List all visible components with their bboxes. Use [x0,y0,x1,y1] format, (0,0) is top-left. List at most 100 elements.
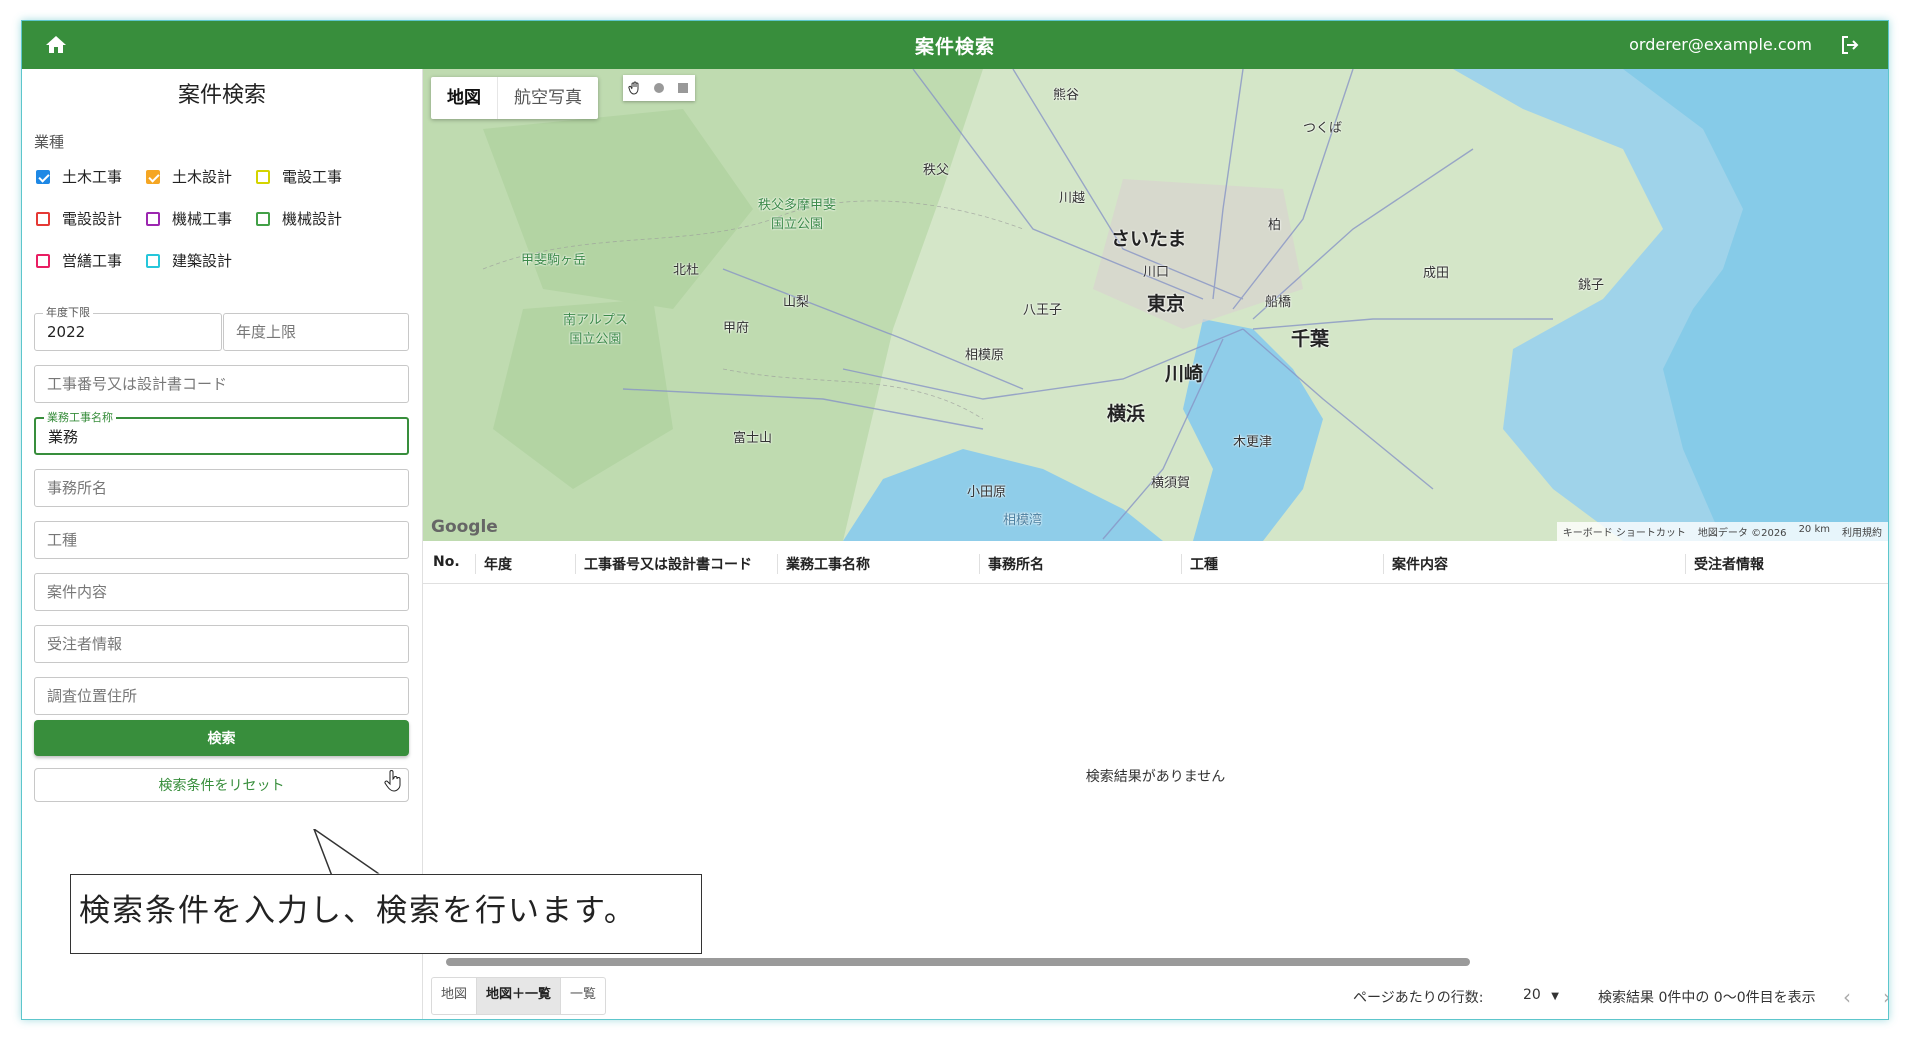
office-field[interactable] [34,469,409,507]
hand-icon[interactable] [623,75,647,101]
satellite-tab[interactable]: 航空写真 [497,77,598,119]
map-label: 北杜 [673,263,700,278]
view-mode-toggle: 地図 地図＋一覧 一覧 [431,977,607,1015]
map-view[interactable]: 地図 航空写真 東京 さいたま 千葉 川崎 横浜 八王子 相模原 川口 船橋 横… [423,69,1888,541]
content-input[interactable] [35,574,408,610]
category-checkbox[interactable]: 電設設計 [36,208,122,229]
column-header[interactable]: 年度 [475,554,512,574]
year-max-input[interactable] [224,314,408,350]
category-checkbox[interactable]: 土木設計 [146,166,232,187]
app-bar: 案件検索 orderer@example.com [22,21,1888,69]
category-checkbox[interactable]: 機械設計 [256,208,342,229]
map-label: 小田原 [967,485,1007,500]
map-label: 秩父多摩甲斐 国立公園 [758,198,837,232]
map-tab[interactable]: 地図 [431,77,497,119]
user-email: orderer@example.com [1629,35,1812,54]
category-checkbox[interactable]: 営繕工事 [36,250,122,271]
column-header[interactable]: 案件内容 [1383,554,1448,574]
map-label: 甲府 [723,321,750,336]
work-type-input[interactable] [35,522,408,558]
search-button[interactable]: 検索 [34,720,409,756]
map-label: 横須賀 [1151,476,1191,491]
code-input[interactable] [35,366,408,402]
category-label: 業種 [34,133,65,151]
column-header[interactable]: 受注者情報 [1685,554,1764,574]
office-input[interactable] [35,470,408,506]
panel-title: 案件検索 [177,83,266,108]
checkbox-icon [146,169,160,184]
category-checkbox[interactable]: 土木工事 [36,166,122,187]
map-label: 川口 [1143,265,1170,280]
checkbox-icon [36,169,50,184]
chevron-down-icon: ▼ [1551,991,1559,1002]
map-type-toggle: 地図 航空写真 [431,77,598,119]
checkbox-icon [36,211,50,226]
reset-button[interactable]: 検索条件をリセット [34,768,409,802]
page-title: 案件検索 [914,35,995,58]
year-min-field[interactable]: 年度下限 [34,306,222,351]
prev-page-icon[interactable]: ‹ [1843,985,1851,1009]
logout-icon[interactable] [1838,33,1862,57]
map-label: 東京 [1147,293,1186,315]
column-header[interactable]: 工種 [1181,554,1218,574]
callout-pointer [313,829,385,877]
google-logo: Google [431,517,498,537]
map-label: 成田 [1423,266,1450,281]
map-data-text: 地図データ ©2026 [1697,528,1787,539]
name-field[interactable]: 業務工事名称 [34,411,409,455]
work-type-field[interactable] [34,521,409,559]
hand-pointer-icon [384,770,401,792]
map-label: 甲斐駒ヶ岳 [521,253,587,268]
map-label: 銚子 [1578,278,1605,293]
rows-per-page-select[interactable]: 20 ▼ [1523,987,1559,1003]
column-header[interactable]: 事務所名 [979,554,1044,574]
map-label: つくば [1303,121,1343,136]
category-checkbox[interactable]: 電設工事 [256,166,342,187]
checkbox-icon [256,211,270,226]
code-field[interactable] [34,365,409,403]
contractor-field[interactable] [34,625,409,663]
checkbox-icon [146,253,160,268]
map-label: 熊谷 [1053,88,1080,103]
map-attribution: キーボード ショートカット 地図データ ©2026 20 km 利用規約 [1556,522,1888,541]
home-icon[interactable] [44,33,68,57]
rows-per-page-label: ページあたりの行数: [1353,990,1484,1006]
map-label: 横浜 [1107,403,1146,425]
name-input[interactable] [36,419,407,453]
scrollbar-thumb[interactable] [446,958,1470,966]
category-checkbox[interactable]: 建築設計 [146,250,232,271]
map-label: 柏 [1268,218,1282,233]
terms-link[interactable]: 利用規約 [1842,524,1882,539]
map-label: 秩父 [923,163,950,178]
horizontal-scrollbar[interactable] [434,956,1874,966]
view-map-list-button[interactable]: 地図＋一覧 [476,978,561,1014]
draw-toolbar [623,75,695,101]
year-min-input[interactable] [35,314,221,350]
checkbox-icon [36,253,50,268]
square-icon[interactable] [671,75,695,101]
map-label: 千葉 [1291,328,1330,350]
table-footer: 地図 地図＋一覧 一覧 ページあたりの行数: 20 ▼ 検索結果 0件中の 0〜… [423,977,1888,1019]
address-input[interactable] [35,678,408,714]
column-header[interactable]: 業務工事名称 [777,554,870,574]
column-header[interactable]: No. [425,554,460,574]
column-header[interactable]: 工事番号又は設計書コード [575,554,752,574]
empty-message: 検索結果がありません [1085,769,1226,785]
map-label: 山梨 [783,295,810,310]
address-field[interactable] [34,677,409,715]
map-label: 船橋 [1265,295,1292,310]
contractor-input[interactable] [35,626,408,662]
results-table-header: No. 年度 工事番号又は設計書コード 業務工事名称 事務所名 工種 案件内容 … [423,541,1888,584]
scale-bar: 20 km [1798,524,1830,535]
checkbox-icon [256,169,270,184]
year-max-field[interactable] [223,313,409,351]
category-checkbox[interactable]: 機械工事 [146,208,232,229]
circle-icon[interactable] [647,75,671,101]
next-page-icon[interactable]: › [1883,985,1888,1009]
content-field[interactable] [34,573,409,611]
map-label: 川越 [1059,191,1086,206]
view-list-button[interactable]: 一覧 [560,978,605,1014]
keyboard-shortcuts-link[interactable]: キーボード ショートカット [1563,524,1686,539]
view-map-button[interactable]: 地図 [432,978,476,1014]
map-label: 南アルプス 国立公園 [563,313,628,347]
